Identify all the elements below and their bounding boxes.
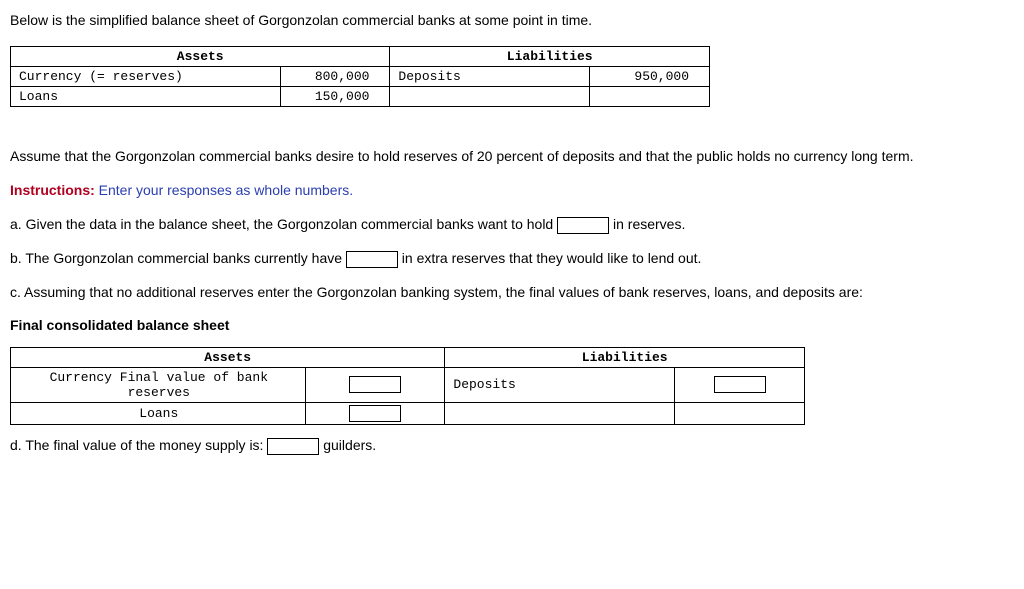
intro-text: Below is the simplified balance sheet of…	[10, 12, 1014, 28]
asset-input-cell	[305, 367, 445, 402]
reserves-input[interactable]	[557, 217, 609, 234]
question-b-after: in extra reserves that they would like t…	[398, 250, 702, 266]
liability-label: Deposits	[390, 67, 590, 87]
asset-label: Currency (= reserves)	[11, 67, 281, 87]
liabilities-header: Liabilities	[390, 47, 710, 67]
assumption-text: Assume that the Gorgonzolan commercial b…	[10, 147, 1014, 166]
liability-value: 950,000	[590, 67, 710, 87]
final-deposits-input[interactable]	[714, 376, 766, 393]
balance-sheet-final: Assets Liabilities Currency Final value …	[10, 347, 805, 425]
table-row: Loans	[11, 402, 805, 424]
liabilities-header: Liabilities	[445, 347, 805, 367]
liability-input-empty	[675, 402, 805, 424]
instructions-text: Enter your responses as whole numbers.	[95, 182, 353, 198]
balance-sheet-initial: Assets Liabilities Currency (= reserves)…	[10, 46, 710, 107]
final-reserves-input[interactable]	[349, 376, 401, 393]
table-row: Currency Final value of bank reserves De…	[11, 367, 805, 402]
liability-value-empty	[590, 87, 710, 107]
money-supply-input[interactable]	[267, 438, 319, 455]
liability-input-cell	[675, 367, 805, 402]
assets-header: Assets	[11, 47, 390, 67]
question-a-before: a. Given the data in the balance sheet, …	[10, 216, 557, 232]
question-d-after: guilders.	[319, 437, 376, 453]
question-b: b. The Gorgonzolan commercial banks curr…	[10, 248, 1014, 268]
question-c: c. Assuming that no additional reserves …	[10, 282, 1014, 302]
table-row: Loans 150,000	[11, 87, 710, 107]
extra-reserves-input[interactable]	[346, 251, 398, 268]
question-a-after: in reserves.	[609, 216, 685, 232]
final-loans-input[interactable]	[349, 405, 401, 422]
asset-label: Currency Final value of bank reserves	[11, 367, 306, 402]
instructions-label: Instructions:	[10, 182, 95, 198]
final-balance-sheet-title: Final consolidated balance sheet	[10, 317, 1014, 333]
question-a: a. Given the data in the balance sheet, …	[10, 214, 1014, 234]
liability-label: Deposits	[445, 367, 675, 402]
asset-value: 150,000	[280, 87, 390, 107]
question-b-before: b. The Gorgonzolan commercial banks curr…	[10, 250, 346, 266]
assets-header: Assets	[11, 347, 445, 367]
asset-label: Loans	[11, 402, 306, 424]
liability-label-empty	[445, 402, 675, 424]
asset-input-cell	[305, 402, 445, 424]
instructions: Instructions: Enter your responses as wh…	[10, 182, 1014, 198]
table-row: Currency (= reserves) 800,000 Deposits 9…	[11, 67, 710, 87]
question-d-before: d. The final value of the money supply i…	[10, 437, 267, 453]
asset-label: Loans	[11, 87, 281, 107]
question-d: d. The final value of the money supply i…	[10, 435, 1014, 455]
liability-label-empty	[390, 87, 590, 107]
asset-value: 800,000	[280, 67, 390, 87]
